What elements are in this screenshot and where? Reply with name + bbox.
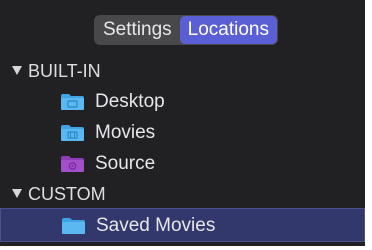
- list-item-movies[interactable]: Movies: [0, 117, 365, 148]
- item-label: Saved Movies: [96, 215, 216, 236]
- tab-locations[interactable]: Locations: [179, 16, 277, 44]
- segmented-control: Settings Locations: [94, 15, 278, 45]
- item-label: Source: [95, 153, 156, 174]
- item-label: Desktop: [95, 91, 165, 112]
- folder-desktop-icon: [61, 94, 84, 110]
- folder-source-icon: [61, 156, 84, 172]
- list-item-saved-movies[interactable]: Saved Movies: [0, 208, 365, 242]
- section-title: BUILT-IN: [28, 61, 101, 81]
- tab-settings[interactable]: Settings: [95, 16, 180, 44]
- section-header-custom[interactable]: CUSTOM: [12, 181, 106, 207]
- locations-panel: Settings Locations BUILT-IN Desktop Movi…: [0, 0, 365, 246]
- folder-movies-icon: [61, 125, 84, 141]
- disclosure-triangle-icon[interactable]: [12, 66, 22, 75]
- item-label: Movies: [95, 122, 156, 143]
- folder-icon: [62, 218, 85, 234]
- list-item-desktop[interactable]: Desktop: [0, 86, 365, 117]
- list-item-source[interactable]: Source: [0, 148, 365, 179]
- disclosure-triangle-icon[interactable]: [12, 189, 22, 198]
- section-header-built-in[interactable]: BUILT-IN: [12, 58, 101, 84]
- section-title: CUSTOM: [28, 184, 106, 204]
